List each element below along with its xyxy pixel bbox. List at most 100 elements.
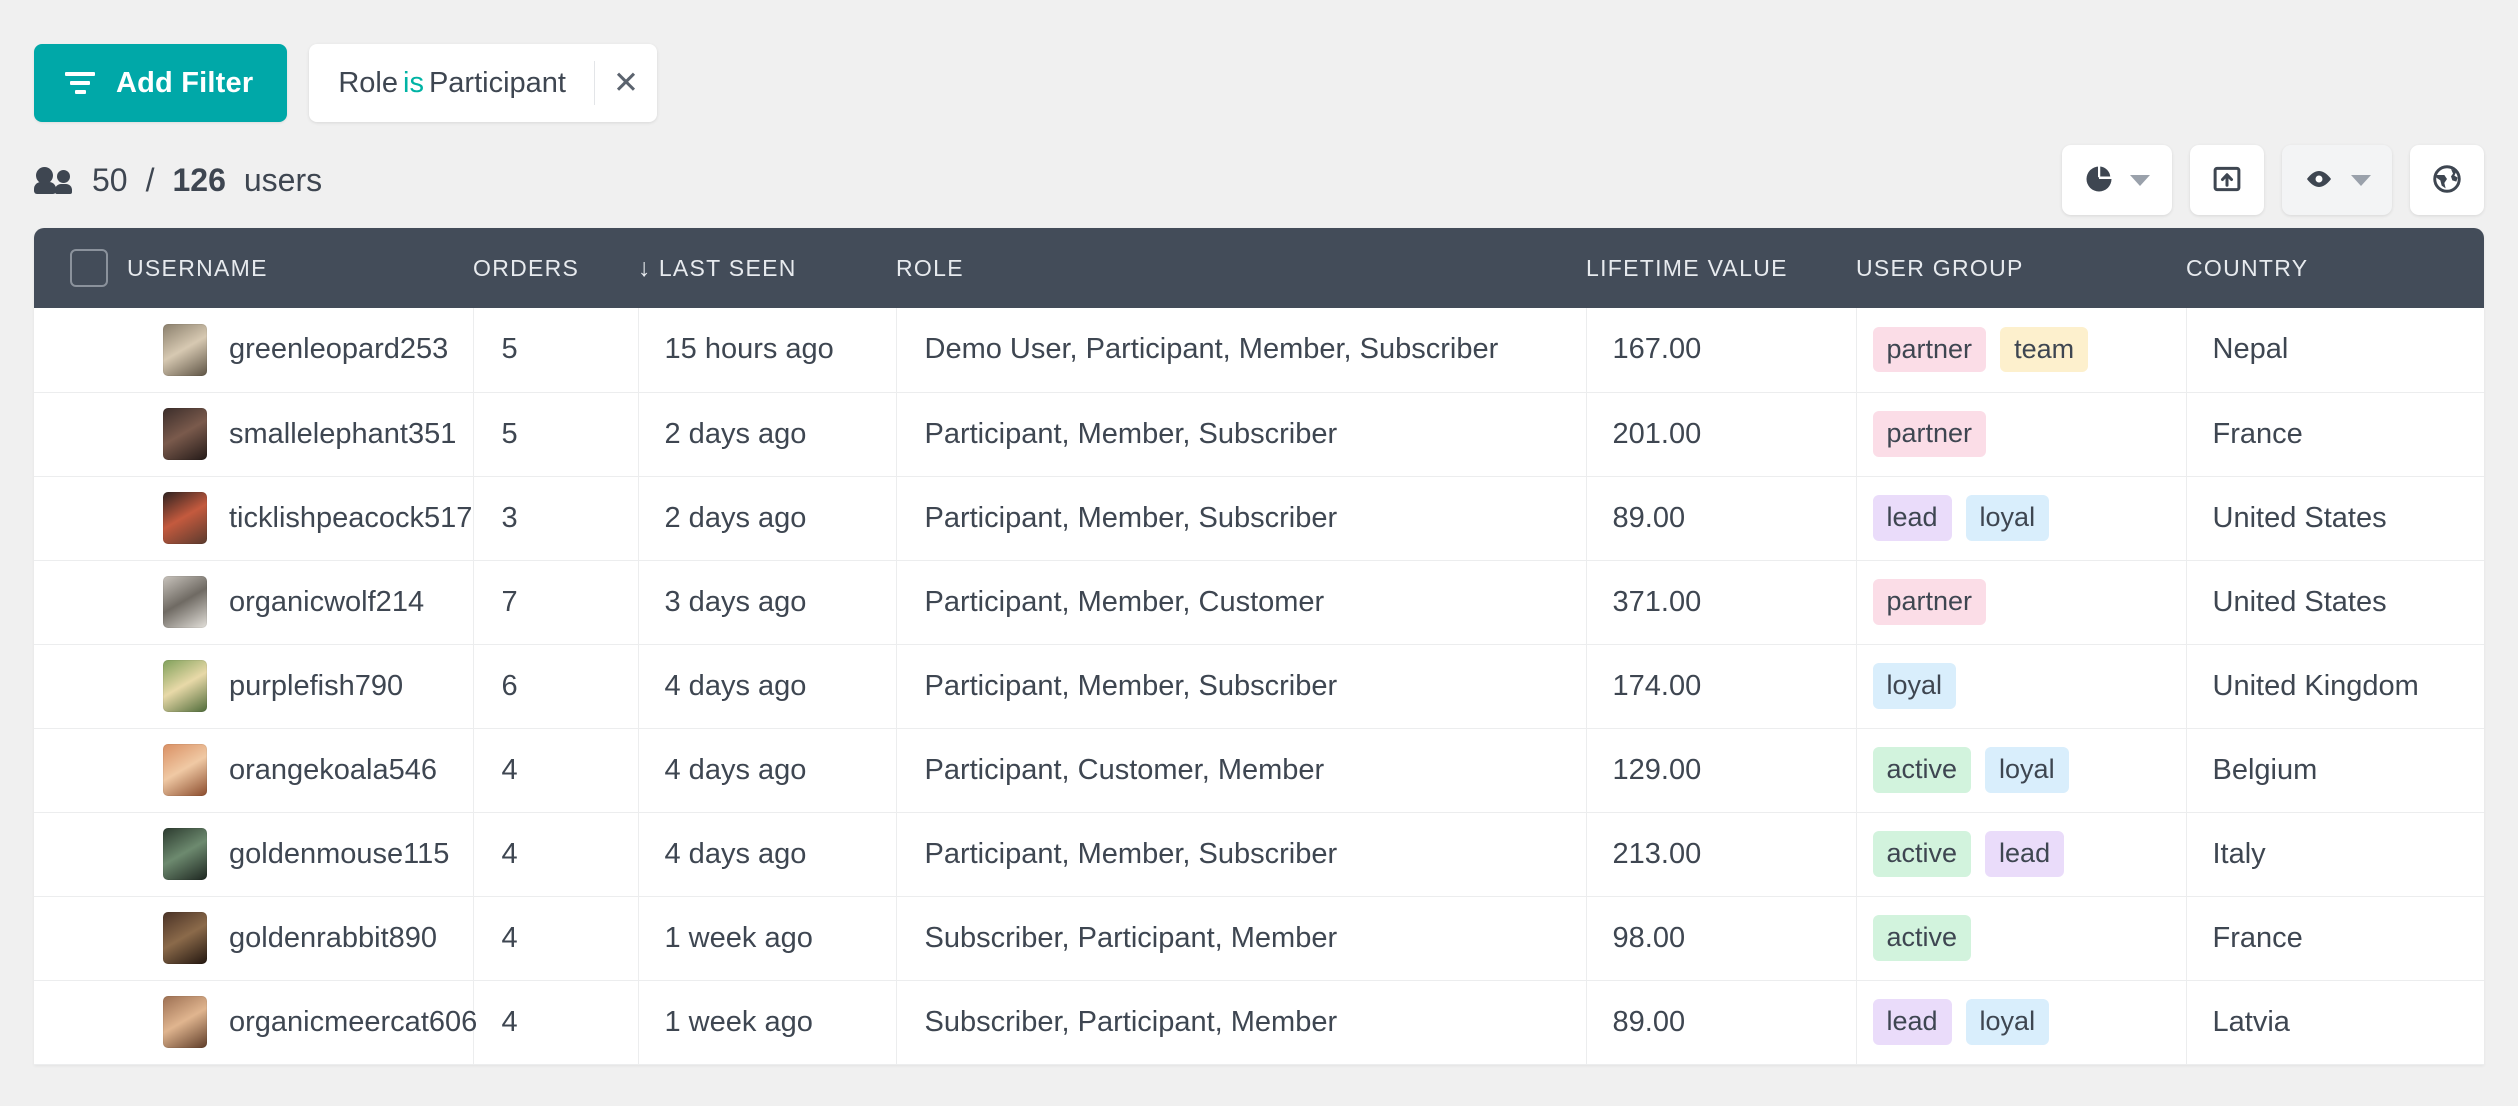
lifetime-value-cell-value: 201.00 — [1612, 417, 1702, 450]
username-label: smallelephant351 — [229, 417, 457, 450]
column-header-user-group[interactable]: USER GROUP — [1856, 228, 2186, 308]
country-cell: France — [2186, 392, 2484, 477]
username-cell[interactable]: goldenrabbit890 — [127, 896, 474, 981]
count-separator: / — [145, 161, 155, 198]
table-row[interactable]: purplefish790 6 4 days ago Participant, Mem… — [34, 644, 2484, 729]
eye-icon — [2303, 163, 2335, 198]
user-group-tag[interactable]: partner — [1872, 327, 1987, 373]
chart-button[interactable] — [2062, 145, 2172, 215]
orders-cell: 6 — [473, 644, 639, 729]
lifetime-value-cell: 129.00 — [1586, 728, 1857, 813]
column-label: COUNTRY — [2186, 254, 2309, 281]
last-seen-cell: 4 days ago — [638, 728, 897, 813]
row-select-cell[interactable] — [34, 728, 127, 813]
lifetime-value-cell-value: 129.00 — [1612, 753, 1702, 786]
close-icon[interactable]: ✕ — [595, 44, 657, 122]
filter-chip-role[interactable]: Role is Participant ✕ — [309, 44, 657, 122]
user-group-tag[interactable]: active — [1872, 915, 1972, 961]
last-seen-cell-value: 3 days ago — [664, 585, 807, 618]
table-row[interactable]: organicmeercat606 4 1 week ago Subscriber, … — [34, 980, 2484, 1065]
summary-row: 50 / 126 users — [0, 132, 2518, 228]
role-cell-value: Demo User, Participant, Member, Subscrib… — [924, 333, 1499, 366]
country-cell: Italy — [2186, 812, 2484, 897]
row-select-cell[interactable] — [34, 644, 127, 729]
users-icon — [34, 167, 74, 194]
column-header-country[interactable]: COUNTRY — [2186, 228, 2484, 308]
column-header-username[interactable]: USERNAME — [127, 228, 473, 308]
column-header-lifetime-value[interactable]: LIFETIME VALUE — [1586, 228, 1856, 308]
export-button[interactable] — [2190, 145, 2264, 215]
select-all-checkbox[interactable] — [70, 249, 108, 287]
username-cell[interactable]: goldenmouse115 — [127, 812, 474, 897]
user-group-tag[interactable]: lead — [1872, 999, 1952, 1045]
username-cell[interactable]: organicwolf214 — [127, 560, 474, 645]
last-seen-cell-value: 4 days ago — [664, 753, 807, 786]
user-group-tag[interactable]: active — [1872, 831, 1972, 877]
country-cell: Latvia — [2186, 980, 2484, 1065]
column-header-last-seen[interactable]: ↓ LAST SEEN — [638, 228, 896, 308]
role-cell-value: Participant, Member, Subscriber — [924, 669, 1338, 702]
orders-cell-value: 4 — [501, 1005, 518, 1038]
column-label: USER GROUP — [1856, 254, 2024, 281]
last-seen-cell: 2 days ago — [638, 392, 897, 477]
user-group-tag[interactable]: loyal — [1872, 663, 1957, 709]
country-cell: United States — [2186, 560, 2484, 645]
user-group-tag[interactable]: active — [1872, 747, 1972, 793]
row-select-cell[interactable] — [34, 812, 127, 897]
username-cell[interactable]: orangekoala546 — [127, 728, 474, 813]
user-group-tag[interactable]: loyal — [1965, 999, 2050, 1045]
role-cell-value: Subscriber, Participant, Member — [924, 1005, 1338, 1038]
table-row[interactable]: smallelephant351 5 2 days ago Participant, … — [34, 392, 2484, 477]
lifetime-value-cell-value: 89.00 — [1612, 1005, 1686, 1038]
users-table: USERNAME ORDERS ↓ LAST SEEN ROLE LIFETIM… — [34, 228, 2484, 1065]
row-select-cell[interactable] — [34, 980, 127, 1065]
chevron-down-icon — [2130, 174, 2150, 186]
table-row[interactable]: greenleopard253 5 15 hours ago Demo User, P… — [34, 308, 2484, 393]
column-header-orders[interactable]: ORDERS — [473, 228, 638, 308]
table-row[interactable]: organicwolf214 7 3 days ago Participant, Me… — [34, 560, 2484, 645]
role-cell: Demo User, Participant, Member, Subscrib… — [896, 308, 1587, 393]
username-cell[interactable]: purplefish790 — [127, 644, 474, 729]
count-shown: 50 — [92, 161, 128, 198]
avatar — [163, 492, 207, 544]
user-group-tag[interactable]: loyal — [1965, 495, 2050, 541]
add-filter-button[interactable]: Add Filter — [34, 44, 288, 122]
username-cell[interactable]: organicmeercat606 — [127, 980, 477, 1065]
user-group-tag[interactable]: team — [2000, 327, 2089, 373]
orders-cell-value: 5 — [501, 333, 518, 366]
table-row[interactable]: orangekoala546 4 4 days ago Participant, Cu… — [34, 728, 2484, 813]
table-row[interactable]: goldenrabbit890 4 1 week ago Subscriber, Pa… — [34, 896, 2484, 981]
column-header-role[interactable]: ROLE — [896, 228, 1586, 308]
orders-cell: 5 — [473, 392, 639, 477]
avatar — [163, 744, 207, 796]
select-all-header[interactable] — [34, 228, 127, 308]
user-group-tag[interactable]: loyal — [1985, 747, 2069, 793]
lifetime-value-cell: 213.00 — [1586, 812, 1857, 897]
user-group-tag[interactable]: lead — [1985, 831, 2065, 877]
table-header-row: USERNAME ORDERS ↓ LAST SEEN ROLE LIFETIM… — [34, 228, 2484, 308]
last-seen-cell: 3 days ago — [638, 560, 897, 645]
orders-cell: 3 — [473, 476, 639, 561]
visibility-button[interactable] — [2282, 145, 2392, 215]
user-group-cell: active loyal — [1856, 728, 2187, 813]
country-cell: Nepal — [2186, 308, 2484, 393]
table-row[interactable]: ticklishpeacock517 3 2 days ago Participant… — [34, 476, 2484, 561]
table-row[interactable]: goldenmouse115 4 4 days ago Participant, Me… — [34, 812, 2484, 897]
country-value: United States — [2212, 585, 2387, 618]
username-cell[interactable]: greenleopard253 — [127, 308, 474, 393]
last-seen-cell: 4 days ago — [638, 644, 897, 729]
user-group-tag[interactable]: lead — [1872, 495, 1952, 541]
user-group-tag[interactable]: partner — [1872, 411, 1987, 457]
row-select-cell[interactable] — [34, 476, 127, 561]
filter-icon — [64, 72, 96, 94]
row-select-cell[interactable] — [34, 392, 127, 477]
row-select-cell[interactable] — [34, 560, 127, 645]
avatar — [163, 408, 207, 460]
username-cell[interactable]: ticklishpeacock517 — [127, 476, 474, 561]
row-select-cell[interactable] — [34, 896, 127, 981]
user-group-tag[interactable]: partner — [1872, 579, 1987, 625]
row-select-cell[interactable] — [34, 308, 127, 393]
globe-button[interactable] — [2410, 145, 2484, 215]
username-cell[interactable]: smallelephant351 — [127, 392, 474, 477]
role-cell: Subscriber, Participant, Member — [896, 980, 1587, 1065]
